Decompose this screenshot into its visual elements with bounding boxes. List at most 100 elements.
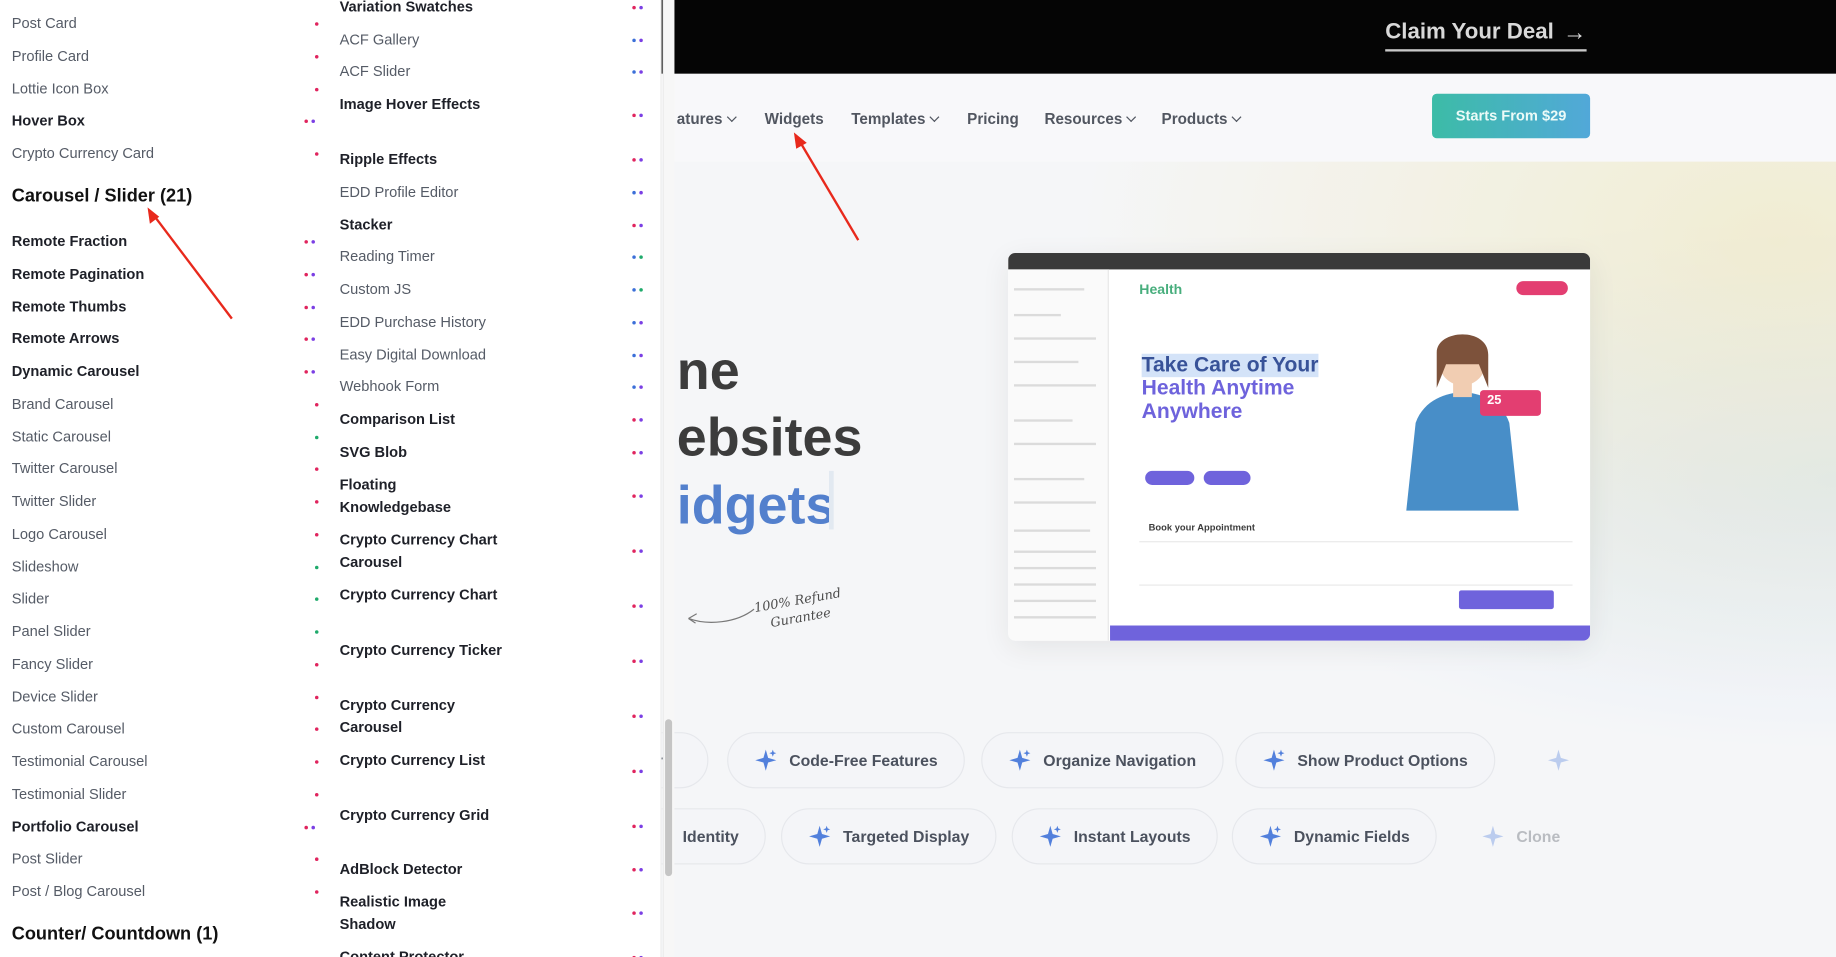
status-dot [632,494,636,498]
chevron-down-icon [1231,111,1242,122]
nav-resources-label: Resources [1044,110,1123,128]
feature-chip[interactable]: Dynamic Fields [1231,808,1437,865]
widget-link-crypto-currency-chart[interactable]: Crypto Currency Chart [340,585,504,607]
status-dot [314,597,319,601]
widget-link-logo-carousel[interactable]: Logo Carousel [12,524,107,546]
nav-widgets[interactable]: Widgets [765,110,824,128]
nav-features-label: atures [676,110,723,128]
widget-link-crypto-currency-grid[interactable]: Crypto Currency Grid [340,805,504,827]
widget-link-webhook-form[interactable]: Webhook Form [340,376,440,398]
widget-link-stacker[interactable]: Stacker [340,214,393,236]
status-dot [314,467,319,471]
feature-chip[interactable]: Clone [1454,808,1583,864]
status-dot [304,272,308,277]
widget-link-edd-profile-editor[interactable]: EDD Profile Editor [340,182,459,204]
feature-chip-label: Show Product Options [1297,751,1468,769]
nav-products[interactable]: Products [1162,110,1242,128]
widget-link-slideshow[interactable]: Slideshow [12,556,79,578]
status-dot [304,370,308,374]
sparkle-icon [755,749,777,771]
widget-link-brand-carousel[interactable]: Brand Carousel [12,394,114,416]
status-dot [639,38,643,43]
status-dot [639,494,643,498]
nav-resources[interactable]: Resources [1044,110,1137,128]
status-dot [632,824,636,829]
category-heading-counter: Counter/ Countdown (1) [11,924,219,945]
sparkle-icon [1259,825,1281,847]
status-dot [314,662,319,667]
sparkle-icon [1547,749,1570,771]
status-dot [314,55,319,59]
widget-link-floating-knowledgebase[interactable]: Floating Knowledgebase [340,474,504,519]
widget-link-easy-digital-download[interactable]: Easy Digital Download [340,344,486,366]
nav-pricing[interactable]: Pricing [967,110,1019,128]
widget-link-remote-pagination[interactable]: Remote Pagination [12,264,145,286]
widget-link-post-blog-carousel[interactable]: Post / Blog Carousel [12,881,145,903]
widget-link-image-hover-effects[interactable]: Image Hover Effects [340,94,504,116]
widget-link-panel-slider[interactable]: Panel Slider [12,621,91,643]
widget-link-portfolio-carousel[interactable]: Portfolio Carousel [12,816,139,838]
status-dot [314,152,319,156]
status-dot [314,793,319,797]
widget-link-twitter-slider[interactable]: Twitter Slider [12,491,97,513]
status-dot [314,565,319,570]
widget-link-hover-box[interactable]: Hover Box [12,110,85,132]
status-dot [632,113,636,118]
widget-link-remote-arrows[interactable]: Remote Arrows [12,328,120,350]
arrow-right-icon: → [1563,19,1587,46]
status-dot [311,825,315,830]
feature-chip[interactable] [1520,732,1590,788]
widget-link-static-carousel[interactable]: Static Carousel [12,426,111,448]
widget-link-testimonial-slider[interactable]: Testimonial Slider [12,784,127,806]
widget-link-device-slider[interactable]: Device Slider [12,686,98,708]
widget-link-acf-slider[interactable]: ACF Slider [340,61,411,83]
widget-link-crypto-currency-carousel[interactable]: Crypto Currency Carousel [340,695,504,740]
widget-link-lottie-icon-box[interactable]: Lottie Icon Box [12,78,109,100]
widget-link-svg-blob[interactable]: SVG Blob [340,442,408,464]
widget-link-slider[interactable]: Slider [12,588,49,610]
status-dot [632,911,636,915]
widget-link-crypto-currency-list[interactable]: Crypto Currency List [340,750,504,772]
feature-chip[interactable]: Instant Layouts [1011,808,1218,865]
widget-link-post-card[interactable]: Post Card [12,13,77,35]
sparkle-icon [1039,825,1061,847]
status-dot [639,549,643,553]
widget-link-adblock-detector[interactable]: AdBlock Detector [340,859,463,881]
panel-scrollbar-thumb[interactable] [665,719,673,877]
widget-link-fancy-slider[interactable]: Fancy Slider [12,654,93,676]
feature-chip[interactable]: Show Product Options [1235,732,1495,789]
widget-link-crypto-currency-card[interactable]: Crypto Currency Card [12,143,154,165]
starts-from-button[interactable]: Starts From $29 [1432,93,1591,139]
widget-link-post-slider[interactable]: Post Slider [12,848,83,870]
feature-chip[interactable]: Organize Navigation [981,732,1224,789]
widget-link-custom-js[interactable]: Custom JS [340,279,412,301]
widget-link-content-protector[interactable]: Content Protector [340,946,464,957]
status-dot [314,727,319,731]
nav-features[interactable]: atures [676,110,737,128]
feature-chip[interactable]: Targeted Display [781,808,997,865]
chevron-down-icon [929,111,940,122]
widget-link-remote-fraction[interactable]: Remote Fraction [12,231,128,253]
widget-link-variation-swatches[interactable]: Variation Swatches [340,0,473,19]
widget-link-reading-timer[interactable]: Reading Timer [340,246,435,268]
widget-link-dynamic-carousel[interactable]: Dynamic Carousel [12,361,140,383]
widget-link-edd-purchase-history[interactable]: EDD Purchase History [340,312,486,334]
widget-link-acf-gallery[interactable]: ACF Gallery [340,29,420,51]
widget-link-ripple-effects[interactable]: Ripple Effects [340,149,438,171]
widget-link-custom-carousel[interactable]: Custom Carousel [12,718,125,740]
widget-link-profile-card[interactable]: Profile Card [12,46,89,68]
nav-templates[interactable]: Templates [851,110,940,128]
widget-link-crypto-currency-ticker[interactable]: Crypto Currency Ticker [340,640,504,662]
status-dot [314,857,319,861]
screen: Claim Your Deal → atures Widgets Templat… [0,0,1836,957]
widget-link-testimonial-carousel[interactable]: Testimonial Carousel [12,751,148,773]
category-heading-carousel: Carousel / Slider (21) [11,186,193,207]
widget-link-realistic-image-shadow[interactable]: Realistic Image Shadow [340,891,504,936]
claim-deal-link[interactable]: Claim Your Deal → [1385,16,1587,52]
widget-link-twitter-carousel[interactable]: Twitter Carousel [12,458,118,480]
widget-link-crypto-currency-chart-carousel[interactable]: Crypto Currency Chart Carousel [340,529,504,574]
widget-link-remote-thumbs[interactable]: Remote Thumbs [12,296,127,318]
widget-link-comparison-list[interactable]: Comparison List [340,409,455,431]
feature-chip[interactable]: Code-Free Features [727,732,965,789]
status-dot [639,604,643,608]
